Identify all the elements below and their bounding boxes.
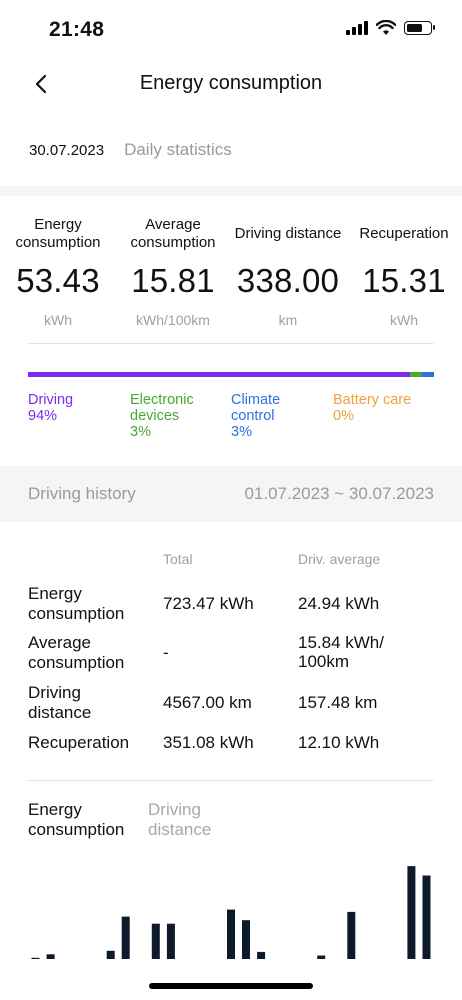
chart-bar [151, 923, 160, 959]
stat-average-consumption: Average consumption 15.81 kWh/100km [115, 216, 231, 328]
legend-electronic-devices: Electronic devices 3% [130, 392, 226, 440]
chart-tabs: Energy consumption Driving distance [28, 800, 228, 840]
stat-value: 338.00 [236, 262, 340, 299]
stat-label: Energy consumption [15, 216, 101, 251]
breakdown-segment [421, 372, 434, 377]
date-row: 30.07.2023 Daily statistics [29, 140, 232, 160]
breakdown-segment [28, 372, 410, 377]
legend-driving: Driving 94% [28, 392, 124, 424]
consumption-breakdown-bar [28, 372, 434, 377]
chart-bar [227, 909, 235, 959]
row-total: 4567.00 km [163, 693, 252, 712]
status-bar: 21:48 [0, 0, 462, 60]
cellular-signal-icon [346, 21, 368, 35]
stat-recuperation: Recuperation 15.31 kWh [346, 216, 462, 328]
daily-energy-chart [31, 866, 431, 959]
stat-energy-consumption: Energy consumption 53.43 kWh [0, 216, 116, 328]
battery-icon [404, 21, 435, 35]
row-average: 157.48 km [298, 693, 378, 712]
stat-label: Average consumption [130, 216, 216, 251]
row-average: 15.84 kWh/ 100km [298, 633, 384, 671]
column-header-driving-average: Driv. average [298, 551, 381, 567]
stat-label: Recuperation [359, 225, 449, 242]
legend-percent: 0% [333, 408, 354, 424]
date-range-selector[interactable]: 01.07.2023 ~ 30.07.2023 [244, 484, 434, 504]
legend-percent: 94% [28, 408, 58, 424]
stat-value: 15.31 [362, 262, 446, 299]
status-icons [346, 20, 435, 36]
column-header-total: Total [163, 551, 193, 567]
chart-bar [422, 875, 431, 959]
chart-bar [166, 923, 175, 959]
chart-bar [317, 955, 326, 959]
chart-bar [121, 916, 130, 959]
row-total: 723.47 kWh [163, 594, 254, 613]
stat-unit: kWh [390, 312, 418, 328]
legend-label: Electronic devices [130, 392, 194, 424]
chart-bar [407, 866, 416, 959]
stat-unit: kWh [44, 312, 72, 328]
chart-bar [46, 954, 55, 959]
status-time: 21:48 [49, 18, 105, 41]
stat-unit: kWh/100km [136, 312, 210, 328]
tab-energy-consumption[interactable]: Energy consumption [28, 800, 132, 840]
legend-label: Battery care [333, 392, 412, 408]
row-average: 24.94 kWh [298, 594, 380, 613]
chart-bar [242, 920, 250, 959]
stat-unit: km [278, 312, 298, 328]
wifi-icon [376, 20, 396, 35]
row-label: Energy consumption [28, 584, 125, 623]
stat-value: 15.81 [131, 262, 215, 299]
legend-label: Climate control [231, 392, 281, 424]
row-average: 12.10 kWh [298, 733, 380, 752]
row-label: Driving distance [28, 683, 92, 722]
driving-history-header: Driving history 01.07.2023 ~ 30.07.2023 [0, 466, 462, 522]
tab-driving-distance[interactable]: Driving distance [148, 800, 228, 840]
legend-percent: 3% [130, 424, 151, 440]
chart-bar [257, 951, 266, 959]
legend-climate-control: Climate control 3% [231, 392, 311, 440]
summary-stats: Energy consumption 53.43 kWh Average con… [0, 216, 462, 328]
statistics-mode[interactable]: Daily statistics [124, 140, 232, 160]
row-label: Average consumption [28, 633, 125, 672]
breakdown-segment [409, 372, 422, 377]
stat-label: Driving distance [234, 225, 342, 242]
legend-percent: 3% [231, 424, 252, 440]
chart-bar [31, 957, 40, 959]
page-title: Energy consumption [139, 72, 323, 94]
divider [28, 343, 434, 344]
driving-history-title: Driving history [28, 484, 136, 503]
selected-date[interactable]: 30.07.2023 [29, 142, 104, 159]
divider [28, 780, 434, 781]
section-separator [0, 186, 462, 196]
chart-bar [347, 911, 356, 959]
legend-label: Driving [28, 392, 74, 408]
legend-battery-care: Battery care 0% [333, 392, 443, 424]
nav-bar: Energy consumption [0, 60, 462, 108]
chart-bar [106, 950, 115, 959]
row-label: Recuperation [28, 733, 130, 752]
stat-value: 53.43 [16, 262, 100, 299]
row-total: - [163, 643, 169, 662]
home-indicator [149, 983, 313, 989]
stat-driving-distance: Driving distance 338.00 km [230, 216, 346, 328]
row-total: 351.08 kWh [163, 733, 254, 752]
